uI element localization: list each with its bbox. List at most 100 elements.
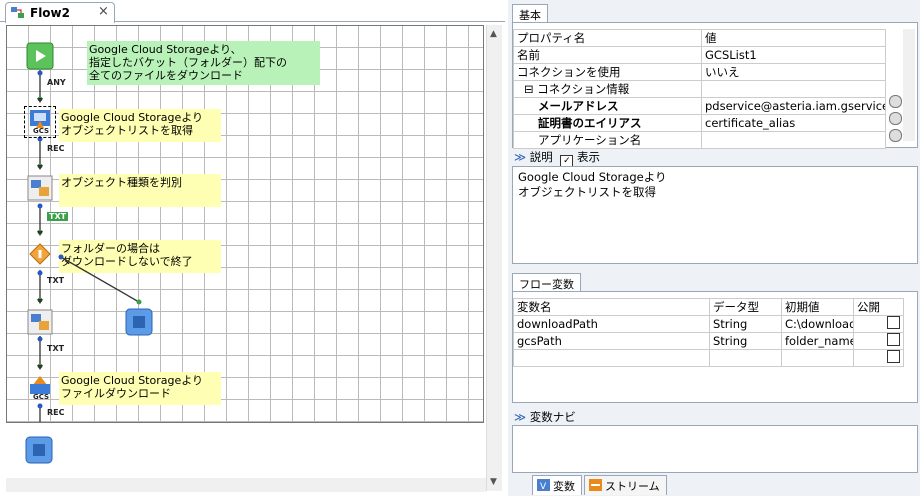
- variable-type[interactable]: String: [709, 315, 782, 333]
- variable-name[interactable]: gcsPath: [513, 332, 710, 350]
- mapper-component-2[interactable]: [26, 308, 54, 336]
- end-component-2[interactable]: [25, 436, 53, 464]
- variable-icon: V: [537, 479, 550, 494]
- variable-name[interactable]: [513, 349, 710, 367]
- tab-label: 変数: [553, 480, 575, 493]
- property-name: 証明書のエイリアス: [513, 114, 702, 132]
- variable-type[interactable]: String: [709, 332, 782, 350]
- variable-initial[interactable]: folder_name: [781, 332, 854, 350]
- public-checkbox[interactable]: [887, 333, 900, 346]
- column-header: 公開: [853, 298, 904, 316]
- start-component[interactable]: [26, 42, 54, 70]
- property-name: コネクション情報: [537, 82, 630, 96]
- variable-row[interactable]: gcsPath String folder_name: [513, 332, 904, 350]
- property-value[interactable]: pdservice@asteria.iam.gservice...: [701, 97, 886, 115]
- stream-label: ANY: [47, 78, 66, 87]
- property-value[interactable]: いいえ: [701, 63, 886, 81]
- description-panel[interactable]: Google Cloud Storageより オブジェクトリストを取得: [512, 166, 918, 264]
- description-label: 説明: [529, 150, 553, 164]
- flow-variables-panel: 変数名 データ型 初期値 公開 downloadPath String C:\d…: [512, 291, 918, 403]
- variable-row[interactable]: downloadPath String C:\download: [513, 315, 904, 333]
- gcs-list-component[interactable]: GCS: [24, 106, 56, 138]
- property-value[interactable]: GCSList1: [701, 46, 886, 64]
- edit-button[interactable]: [889, 95, 902, 108]
- property-name: コネクションを使用: [513, 63, 702, 81]
- end-component[interactable]: [125, 308, 153, 336]
- variable-initial[interactable]: [781, 349, 854, 367]
- mapper-icon: [27, 309, 53, 335]
- collapse-icon[interactable]: ⊟: [524, 82, 534, 96]
- svg-text:V: V: [540, 482, 547, 491]
- edit-button[interactable]: [889, 129, 902, 142]
- property-row[interactable]: 名前 GCSList1: [513, 46, 886, 64]
- tab-basic[interactable]: 基本: [512, 4, 548, 22]
- stream-label: TXT: [47, 276, 65, 285]
- gcs-label: GCS: [33, 127, 50, 135]
- property-value: [701, 80, 886, 98]
- public-checkbox[interactable]: [887, 316, 900, 329]
- gcs-download-component[interactable]: GCS: [26, 374, 54, 402]
- scroll-up-icon[interactable]: ▲: [490, 29, 497, 39]
- show-label: 表示: [577, 150, 601, 164]
- tab-stream[interactable]: ストリーム: [584, 475, 667, 495]
- vertical-scrollbar[interactable]: ▲ ▼: [486, 25, 502, 491]
- public-cell: [853, 315, 904, 333]
- variable-navi-header: ≫ 変数ナビ: [514, 409, 576, 425]
- mapper-icon: [27, 175, 53, 201]
- property-row[interactable]: アプリケーション名: [513, 131, 886, 149]
- stream-icon: [589, 479, 602, 494]
- horizontal-scrollbar[interactable]: [6, 478, 486, 492]
- flow-connectors: [37, 70, 142, 422]
- property-name: 名前: [513, 46, 702, 64]
- variable-row[interactable]: [513, 349, 904, 367]
- start-icon: [26, 42, 54, 70]
- tab-label: ストリーム: [605, 480, 660, 493]
- tab-flow-variables[interactable]: フロー変数: [512, 273, 581, 291]
- property-group[interactable]: ⊟ コネクション情報: [513, 80, 702, 98]
- public-checkbox[interactable]: [887, 350, 900, 363]
- column-header: 値: [701, 29, 886, 47]
- variable-navi-label: 変数ナビ: [529, 410, 576, 424]
- tab-label: Flow2: [30, 6, 70, 20]
- collapse-chevron-icon[interactable]: ≫: [514, 150, 526, 164]
- close-icon[interactable]: ×: [98, 4, 109, 19]
- property-name: アプリケーション名: [513, 131, 702, 149]
- stream-label: TXT: [47, 212, 69, 221]
- property-row[interactable]: コネクションを使用 いいえ: [513, 63, 886, 81]
- column-header: データ型: [709, 298, 782, 316]
- public-cell: [853, 332, 904, 350]
- property-edit-buttons: [889, 95, 902, 143]
- gcs-label: GCS: [33, 393, 50, 401]
- scroll-down-icon[interactable]: ▼: [490, 477, 497, 487]
- variable-name[interactable]: downloadPath: [513, 315, 710, 333]
- property-value[interactable]: [701, 131, 886, 149]
- stream-label: REC: [47, 408, 65, 417]
- mapper-component[interactable]: [26, 174, 54, 202]
- property-name: メールアドレス: [513, 97, 702, 115]
- property-scrollbar[interactable]: [903, 29, 915, 141]
- column-header: 変数名: [513, 298, 710, 316]
- property-row[interactable]: メールアドレス pdservice@asteria.iam.gservice..…: [513, 97, 886, 115]
- branch-component[interactable]: [26, 240, 54, 268]
- edit-button[interactable]: [889, 112, 902, 125]
- description-text[interactable]: Google Cloud Storageより オブジェクトリストを取得: [513, 167, 917, 203]
- flow-canvas[interactable]: Google Cloud Storageより、 指定したバケット（フォルダー）配…: [6, 25, 484, 423]
- property-row[interactable]: ⊟ コネクション情報: [513, 80, 886, 98]
- variable-type[interactable]: [709, 349, 782, 367]
- tab-variables[interactable]: V 変数: [532, 475, 582, 495]
- property-header-row: プロパティ名 値: [513, 29, 886, 47]
- property-value[interactable]: certificate_alias: [701, 114, 886, 132]
- collapse-chevron-icon[interactable]: ≫: [514, 410, 526, 424]
- property-row[interactable]: 証明書のエイリアス certificate_alias: [513, 114, 886, 132]
- stream-label: REC: [47, 144, 65, 153]
- variables-header-row: 変数名 データ型 初期値 公開: [513, 298, 904, 316]
- variable-navi-panel[interactable]: [512, 425, 918, 473]
- column-header: プロパティ名: [513, 29, 702, 47]
- flow-icon: [10, 6, 26, 23]
- public-cell: [853, 349, 904, 367]
- tab-flow2[interactable]: Flow2 ×: [5, 2, 115, 23]
- variable-initial[interactable]: C:\download: [781, 315, 854, 333]
- property-table: プロパティ名 値 名前 GCSList1 コネクションを使用 いいえ ⊟ コネク…: [513, 29, 886, 149]
- property-panel: プロパティ名 値 名前 GCSList1 コネクションを使用 いいえ ⊟ コネク…: [512, 22, 918, 149]
- stream-label: TXT: [47, 344, 65, 353]
